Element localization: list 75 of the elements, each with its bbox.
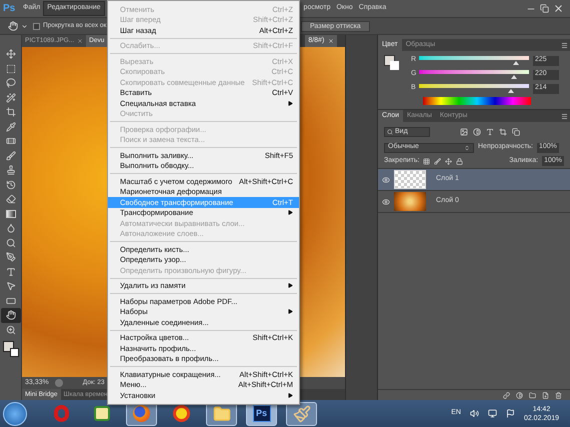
lock-pixels-icon[interactable] xyxy=(423,158,430,164)
submenu-arrow-icon xyxy=(288,210,293,216)
start-button[interactable] xyxy=(3,402,27,426)
eye-icon[interactable] xyxy=(382,176,390,184)
close-tab-icon[interactable] xyxy=(77,38,84,44)
channel-slider[interactable] xyxy=(419,56,529,65)
eraser-icon xyxy=(6,194,16,204)
submenu-arrow-icon xyxy=(288,100,293,106)
submenu-arrow-icon xyxy=(288,283,293,288)
lock-icon[interactable] xyxy=(456,158,464,164)
app-logo: Ps xyxy=(2,2,16,16)
droplet-icon xyxy=(6,223,16,234)
shape-filter-icon[interactable] xyxy=(499,128,507,136)
layer-thumbnail xyxy=(394,192,426,211)
network-icon[interactable] xyxy=(488,409,497,418)
zoom-icon xyxy=(6,324,16,335)
tool-button[interactable] xyxy=(0,308,20,322)
lock-paint-icon[interactable] xyxy=(434,158,442,164)
slider-thumb[interactable] xyxy=(508,89,514,93)
rectangle-icon xyxy=(6,296,16,306)
onec-icon xyxy=(173,405,190,422)
wand-icon xyxy=(6,92,16,103)
submenu-arrow-icon xyxy=(288,392,293,398)
close-icon[interactable] xyxy=(553,3,564,14)
photoshop-icon: Ps xyxy=(252,405,270,422)
new-layer-icon[interactable] xyxy=(542,392,549,398)
magnifier-icon xyxy=(6,238,16,248)
search-icon xyxy=(387,129,393,135)
panel-menu-icon[interactable] xyxy=(561,42,568,48)
tree-app-icon xyxy=(94,406,110,421)
image-filter-icon[interactable] xyxy=(460,128,468,136)
history-brush-icon xyxy=(6,180,16,190)
color-spectrum-bar[interactable] xyxy=(423,97,531,105)
firefox-icon xyxy=(133,405,150,422)
lock-position-icon[interactable] xyxy=(445,158,452,164)
paint-icon xyxy=(292,404,310,422)
channel-slider[interactable] xyxy=(419,84,529,93)
flag-icon[interactable] xyxy=(506,409,515,418)
adjustment-filter-icon[interactable] xyxy=(473,128,481,136)
checkbox[interactable] xyxy=(33,22,40,30)
link-icon[interactable] xyxy=(503,392,510,398)
eye-icon[interactable] xyxy=(382,198,390,206)
layer-thumbnail xyxy=(394,170,426,189)
slider-thumb[interactable] xyxy=(510,75,517,79)
type-icon xyxy=(6,266,16,277)
stamp-icon xyxy=(6,165,16,176)
folder-icon[interactable] xyxy=(529,392,536,398)
caret-icon[interactable] xyxy=(21,22,28,30)
slider-thumb[interactable] xyxy=(512,61,519,65)
move-icon xyxy=(6,49,16,60)
color-swatches-icon[interactable] xyxy=(2,341,18,357)
hand-icon[interactable] xyxy=(8,21,18,31)
pointer-icon xyxy=(6,281,16,292)
panel-menu-icon[interactable] xyxy=(561,112,568,120)
brush-icon xyxy=(6,150,16,161)
folder-icon xyxy=(212,404,230,422)
eyedropper-icon xyxy=(6,122,16,132)
hand-icon xyxy=(6,310,16,320)
trash-icon[interactable] xyxy=(555,392,562,398)
bandage-icon xyxy=(6,136,16,146)
color-swatches-icon[interactable] xyxy=(384,55,399,70)
pen-icon xyxy=(6,252,16,262)
opera-icon xyxy=(54,405,69,422)
smart-object-filter-icon[interactable] xyxy=(512,128,520,136)
submenu-arrow-icon xyxy=(288,309,293,314)
channel-slider[interactable] xyxy=(419,70,529,79)
type-filter-icon[interactable] xyxy=(486,128,494,136)
lasso-icon xyxy=(6,78,16,88)
gradient-icon xyxy=(6,210,16,218)
crop-icon xyxy=(6,107,16,118)
marquee-icon xyxy=(6,64,16,74)
taskbar-app[interactable] xyxy=(286,402,317,426)
restore-icon[interactable] xyxy=(540,4,549,13)
speaker-icon[interactable] xyxy=(470,409,479,418)
adjustment-icon[interactable] xyxy=(516,392,523,398)
